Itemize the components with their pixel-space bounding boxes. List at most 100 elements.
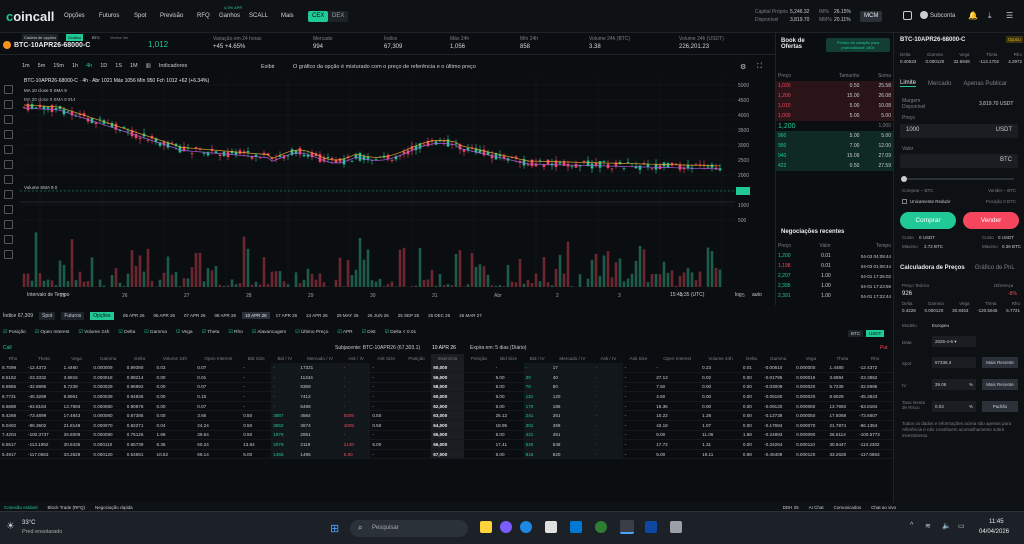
chain-cell[interactable]: 0.000016 (794, 372, 828, 383)
chain-cell[interactable]: 0.000060 (91, 410, 125, 422)
column-toggle[interactable]: ☑ Theta (202, 330, 220, 335)
chain-cell[interactable]: 0.96992 (124, 382, 155, 393)
chain-cell[interactable]: 0.000110 (794, 439, 828, 450)
chain-cell[interactable]: 0.00 (740, 410, 763, 422)
chain-cell[interactable]: 17.72 (654, 439, 701, 450)
chain-cell[interactable]: 26.6114 (827, 430, 858, 441)
expiry-date-chip[interactable]: 29 MAY 26 (334, 312, 362, 319)
wallet-icon[interactable] (903, 11, 912, 20)
chain-cell[interactable] (464, 382, 494, 393)
price-input[interactable]: 1000 USDT (900, 124, 1018, 138)
chain-cell[interactable]: 11344 (298, 372, 342, 383)
chain-cell[interactable]: 0.00 (740, 439, 763, 450)
column-toggle[interactable]: ☑ Open Interest (35, 330, 70, 335)
menu-icon[interactable]: ☰ (1006, 11, 1013, 20)
chain-row[interactable]: 8.6955 -32.6995 5.7239 0.000029 0.96992 0.00 0… (0, 382, 893, 393)
chain-cell[interactable]: -0.01785 (762, 372, 795, 383)
tf-1m[interactable]: 1m (22, 63, 30, 69)
chain-cell[interactable]: 19.11 (700, 449, 741, 460)
bid-row[interactable]: 940 15.09 27.09 (776, 151, 893, 161)
chain-cell[interactable]: 17321 (298, 363, 342, 374)
bell-icon[interactable]: 🔔 (968, 11, 978, 20)
chain-cell[interactable]: -0.45409 (762, 449, 795, 460)
chain-cell[interactable]: 70 (523, 382, 551, 393)
buy-button[interactable]: Comprar (900, 212, 956, 229)
chain-cell[interactable]: 8.7099 (0, 363, 27, 374)
indicators-button[interactable]: Indicadores (159, 63, 187, 69)
chain-row[interactable]: 8.7099 -12.4372 1.4460 0.000009 0.99390 0.03 0… (0, 363, 893, 374)
chain-cell[interactable]: 25.12 (493, 410, 524, 422)
chain-cell[interactable]: 1.31 (700, 439, 741, 450)
coincall-logo[interactable]: coincall (6, 9, 54, 24)
chain-cell[interactable]: 0.02 (700, 372, 741, 383)
chain-row[interactable]: 8.6688 -63.8184 13.7693 0.000060 0.90876 0.00… (0, 401, 893, 412)
chain-cell[interactable]: 0.000060 (794, 401, 828, 412)
chain-cell[interactable]: 13.7693 (61, 401, 92, 412)
chain-cell[interactable]: 0.82271 (124, 420, 155, 431)
chain-cell[interactable]: 0.00 (740, 391, 763, 402)
chain-cell[interactable]: 0.000070 (91, 420, 125, 431)
chain-cell[interactable]: 0.50 (370, 420, 402, 431)
chain-cell[interactable]: 0.98 (740, 449, 763, 460)
chain-row[interactable]: 8.4268 -73.4899 17.4843 0.000060 0.87385 0.00… (0, 410, 893, 422)
live-chat-link[interactable]: Chat ao vivo (871, 505, 896, 510)
measure-icon[interactable] (4, 190, 13, 199)
ddh-link[interactable]: DDH 25 (783, 505, 799, 510)
tab-spot[interactable]: Spot (39, 312, 56, 320)
chain-cell[interactable]: -86.3602 (26, 420, 62, 431)
chain-cell[interactable]: 5.00 (654, 449, 701, 460)
chain-cell[interactable]: 1.4460 (61, 363, 92, 374)
chain-cell[interactable] (401, 449, 432, 460)
tab-chart[interactable]: Gráfico (66, 34, 83, 41)
tf-1s[interactable]: 1S (115, 63, 122, 69)
chain-cell[interactable]: 27.13 (654, 372, 701, 383)
chain-cell[interactable]: 0.000090 (794, 430, 828, 441)
column-toggle[interactable]: ☑ Dist (362, 330, 376, 335)
outlook-icon[interactable] (570, 521, 582, 533)
chain-cell[interactable]: 5.7239 (827, 382, 858, 393)
clock-date[interactable]: 04/04/2026 (979, 529, 1009, 535)
chain-cell[interactable]: 0.23 (700, 363, 741, 374)
chain-cell[interactable]: 5.00 (493, 449, 524, 460)
nav-futuros[interactable]: Futuros (99, 13, 119, 19)
chain-cell[interactable]: 451 (550, 430, 595, 441)
nav-mais[interactable]: Mais (281, 13, 294, 19)
chain-cell[interactable]: 5.00 (493, 372, 524, 383)
ask-row[interactable]: 1,200 15.00 26.08 (776, 91, 893, 101)
chain-cell[interactable] (464, 410, 494, 422)
currency-usdt[interactable]: USDT (866, 330, 885, 337)
chain-cell[interactable]: -63.8184 (857, 401, 893, 412)
chain-cell[interactable]: 3887 (271, 410, 299, 422)
chain-cell[interactable]: 185 (550, 401, 595, 412)
expiry-date-chip[interactable]: 06 APR 26 (151, 312, 179, 319)
expiry-date-chip[interactable]: 26 MAR 27 (456, 312, 485, 319)
chain-cell[interactable] (401, 410, 432, 422)
chain-cell[interactable]: -86.1354 (857, 420, 893, 431)
iv-latest-button[interactable]: Mais Recente (982, 379, 1018, 390)
calculator-icon[interactable] (670, 521, 682, 533)
column-toggle[interactable]: ☑ Rho (228, 330, 242, 335)
chain-cell[interactable]: - (622, 420, 655, 431)
chain-cell[interactable]: -0.09120 (762, 401, 795, 412)
chain-cell[interactable]: 0.99390 (124, 363, 155, 374)
chain-cell[interactable]: 5005 (341, 410, 371, 422)
chain-cell[interactable] (401, 391, 432, 402)
chain-cell[interactable]: -73.4899 (26, 410, 62, 422)
chain-cell[interactable]: 43.18 (654, 420, 701, 431)
chain-cell[interactable]: -0.24893 (762, 430, 795, 441)
lock-icon[interactable] (4, 235, 13, 244)
bid-row[interactable]: 422 0.50 27.59 (776, 161, 893, 171)
chain-cell[interactable]: - (493, 363, 524, 374)
chain-cell[interactable]: 261 (550, 410, 595, 422)
log-toggle[interactable]: log (735, 292, 742, 298)
chain-cell[interactable] (464, 439, 494, 450)
bid-row[interactable]: 950 7.00 12.00 (776, 141, 893, 151)
dex-toggle[interactable]: DEX (328, 11, 349, 22)
chain-cell[interactable]: 11.06 (700, 430, 741, 441)
iv-input[interactable]: 39.06% (932, 379, 976, 390)
chain-cell[interactable]: -23.3332 (26, 372, 62, 383)
chain-cell[interactable]: - (341, 391, 371, 402)
column-toggle[interactable]: ☑ Delta < 0.01 (385, 330, 417, 335)
chain-cell[interactable]: - (341, 382, 371, 393)
chain-cell[interactable]: 0.000090 (91, 430, 125, 441)
